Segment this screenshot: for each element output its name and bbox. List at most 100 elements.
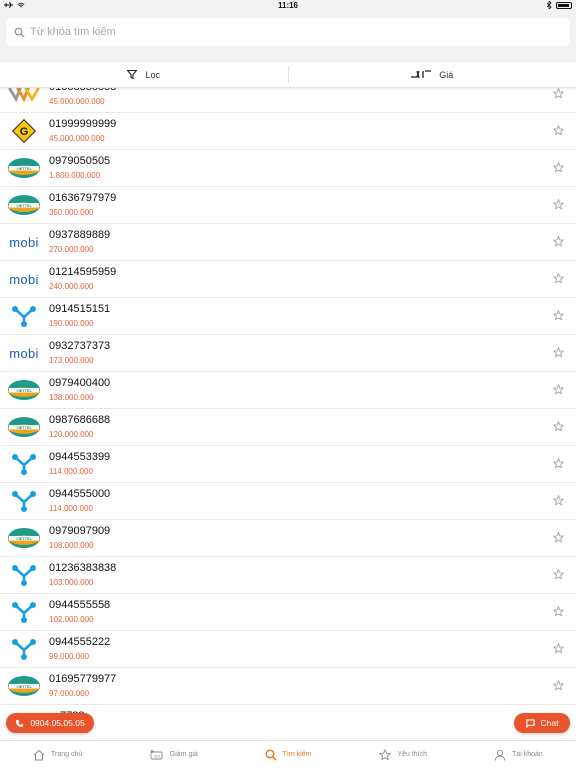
- favorite-star-icon[interactable]: [553, 310, 564, 321]
- svg-text:SIM: SIM: [154, 754, 160, 758]
- list-item[interactable]: VIETTEL 01695779977 97.000.000: [0, 668, 576, 705]
- favorite-star-icon[interactable]: [553, 236, 564, 247]
- carrier-logo: VIETTEL: [6, 674, 42, 698]
- viettel-logo-icon: VIETTEL: [8, 158, 40, 178]
- number-info: 0944553399 114.000.000: [49, 451, 110, 477]
- list-item[interactable]: mobi 01214595959 240.000.000: [0, 261, 576, 298]
- list-item[interactable]: VIETTEL 01636797979 350.000.000: [0, 187, 576, 224]
- list-item[interactable]: mobi 0937889889 270.000.000: [0, 224, 576, 261]
- list-item[interactable]: VIETTEL 0979097909 108.000.000: [0, 520, 576, 557]
- favorite-star-icon[interactable]: [553, 532, 564, 543]
- tab-favorites[interactable]: Yêu thích: [346, 741, 461, 768]
- favorite-star-icon[interactable]: [553, 199, 564, 210]
- gmobile-logo-icon: G: [12, 119, 36, 143]
- phone-number: 01999999999: [49, 118, 117, 130]
- price: 99.000.000: [49, 652, 90, 661]
- carrier-logo: [6, 452, 42, 476]
- list-item[interactable]: 0914515151 190.000.000: [0, 298, 576, 335]
- carrier-logo: VIETTEL: [6, 526, 42, 550]
- mobifone-logo-icon: mobi: [9, 345, 39, 361]
- list-item[interactable]: 0944555222 99.000.000: [0, 631, 576, 668]
- favorite-star-icon[interactable]: [553, 125, 564, 136]
- favorite-star-icon[interactable]: [553, 347, 564, 358]
- number-info: 0979097909 108.000.000: [49, 525, 110, 551]
- search-input[interactable]: [30, 26, 531, 38]
- price: 114.000.000: [49, 467, 93, 476]
- chat-label: Chat: [540, 718, 559, 728]
- number-info: 0944555558 102.000.000: [49, 599, 110, 625]
- favorite-star-icon[interactable]: [553, 421, 564, 432]
- carrier-logo: mobi: [6, 267, 42, 291]
- svg-text:VIETTEL: VIETTEL: [16, 426, 32, 430]
- price: 114.000.000: [49, 504, 93, 513]
- tab-discount[interactable]: SIM Giảm giá: [115, 741, 230, 768]
- tab-home-label: Trang chủ: [50, 751, 83, 758]
- list-item[interactable]: VIETTEL 0987686688 120.000.000: [0, 409, 576, 446]
- list-item[interactable]: G 01999999999 45.000.000.000: [0, 113, 576, 150]
- list-item[interactable]: VIETTEL 0979400400 138.000.000: [0, 372, 576, 409]
- list-item[interactable]: 0944553399 114.000.000: [0, 446, 576, 483]
- search-area: [0, 12, 576, 62]
- phone-number: 0944553399: [49, 451, 111, 463]
- tab-home[interactable]: Trang chủ: [0, 741, 115, 768]
- phone-number: 0979400400: [49, 377, 111, 389]
- phone-number: 0944555558: [49, 599, 111, 611]
- search-box[interactable]: [6, 18, 570, 46]
- vinaphone-logo-icon: [12, 491, 36, 512]
- chat-bubble-icon: [525, 718, 535, 728]
- tab-account-label: Tài khoản: [512, 751, 543, 758]
- filter-bar: Lọc Giá: [0, 62, 576, 88]
- tab-discount-label: Giảm giá: [169, 751, 198, 758]
- phone-number: 0937889889: [49, 229, 111, 241]
- price: 45.000.000.000: [49, 97, 105, 106]
- favorite-star-icon[interactable]: [553, 680, 564, 691]
- viettel-logo-icon: VIETTEL: [8, 528, 40, 548]
- vinaphone-logo-icon: [12, 454, 36, 475]
- favorite-star-icon[interactable]: [553, 569, 564, 580]
- phone-number: 0944555000: [49, 488, 111, 500]
- svg-text:VIETTEL: VIETTEL: [16, 537, 32, 541]
- tab-search[interactable]: Tìm kiếm: [230, 741, 345, 768]
- favorite-star-icon[interactable]: [553, 458, 564, 469]
- phone-number: 01636797979: [49, 192, 117, 204]
- favorite-star-icon[interactable]: [553, 384, 564, 395]
- svg-text:VIETTEL: VIETTEL: [16, 685, 32, 689]
- favorite-star-icon[interactable]: [553, 273, 564, 284]
- filter-button[interactable]: Lọc: [0, 62, 288, 87]
- list-item[interactable]: 01236383838 103.000.000: [0, 557, 576, 594]
- number-info: 0937889889 270.000.000: [49, 229, 110, 255]
- chat-button[interactable]: Chat: [514, 713, 570, 733]
- favorite-star-icon[interactable]: [553, 643, 564, 654]
- number-info: 01636797979 350.000.000: [49, 192, 116, 218]
- carrier-logo: [6, 304, 42, 328]
- list-item[interactable]: 0944555000 114.000.000: [0, 483, 576, 520]
- vinaphone-logo-icon: [12, 565, 36, 586]
- phone-number: 0944555222: [49, 636, 111, 648]
- phone-number: 0932737373: [49, 340, 111, 352]
- funnel-icon: [127, 70, 138, 79]
- favorite-star-icon[interactable]: [553, 495, 564, 506]
- sort-price-button[interactable]: Giá: [289, 62, 576, 87]
- favorite-star-icon[interactable]: [553, 606, 564, 617]
- hotline-call-button[interactable]: 0904.05.05.05: [6, 713, 94, 733]
- vinaphone-logo-icon: [12, 306, 36, 327]
- phone-number: 0979097909: [49, 525, 111, 537]
- status-time: 11:16: [277, 1, 299, 10]
- carrier-logo: VIETTEL: [6, 378, 42, 402]
- viettel-logo-icon: VIETTEL: [8, 380, 40, 400]
- home-icon: [33, 749, 45, 760]
- carrier-logo: [6, 489, 42, 513]
- favorite-star-icon[interactable]: [553, 88, 564, 99]
- list-item[interactable]: VIETTEL 0979050505 1.800.000.000: [0, 150, 576, 187]
- phone-number: 0987686688: [49, 414, 111, 426]
- tab-account[interactable]: Tài khoản: [461, 741, 576, 768]
- list-item[interactable]: mobi 0932737373 173.000.000: [0, 335, 576, 372]
- list-item[interactable]: 0944555558 102.000.000: [0, 594, 576, 631]
- bottom-tab-bar: Trang chủ SIM Giảm giá Tìm kiếm Yêu thíc…: [0, 740, 576, 768]
- phone-number: 01695779977: [49, 673, 117, 685]
- status-bar: 11:16: [0, 0, 576, 12]
- favorite-star-icon[interactable]: [553, 162, 564, 173]
- price: 97.000.000: [49, 689, 90, 698]
- carrier-logo: mobi: [6, 341, 42, 365]
- viettel-logo-icon: VIETTEL: [8, 417, 40, 437]
